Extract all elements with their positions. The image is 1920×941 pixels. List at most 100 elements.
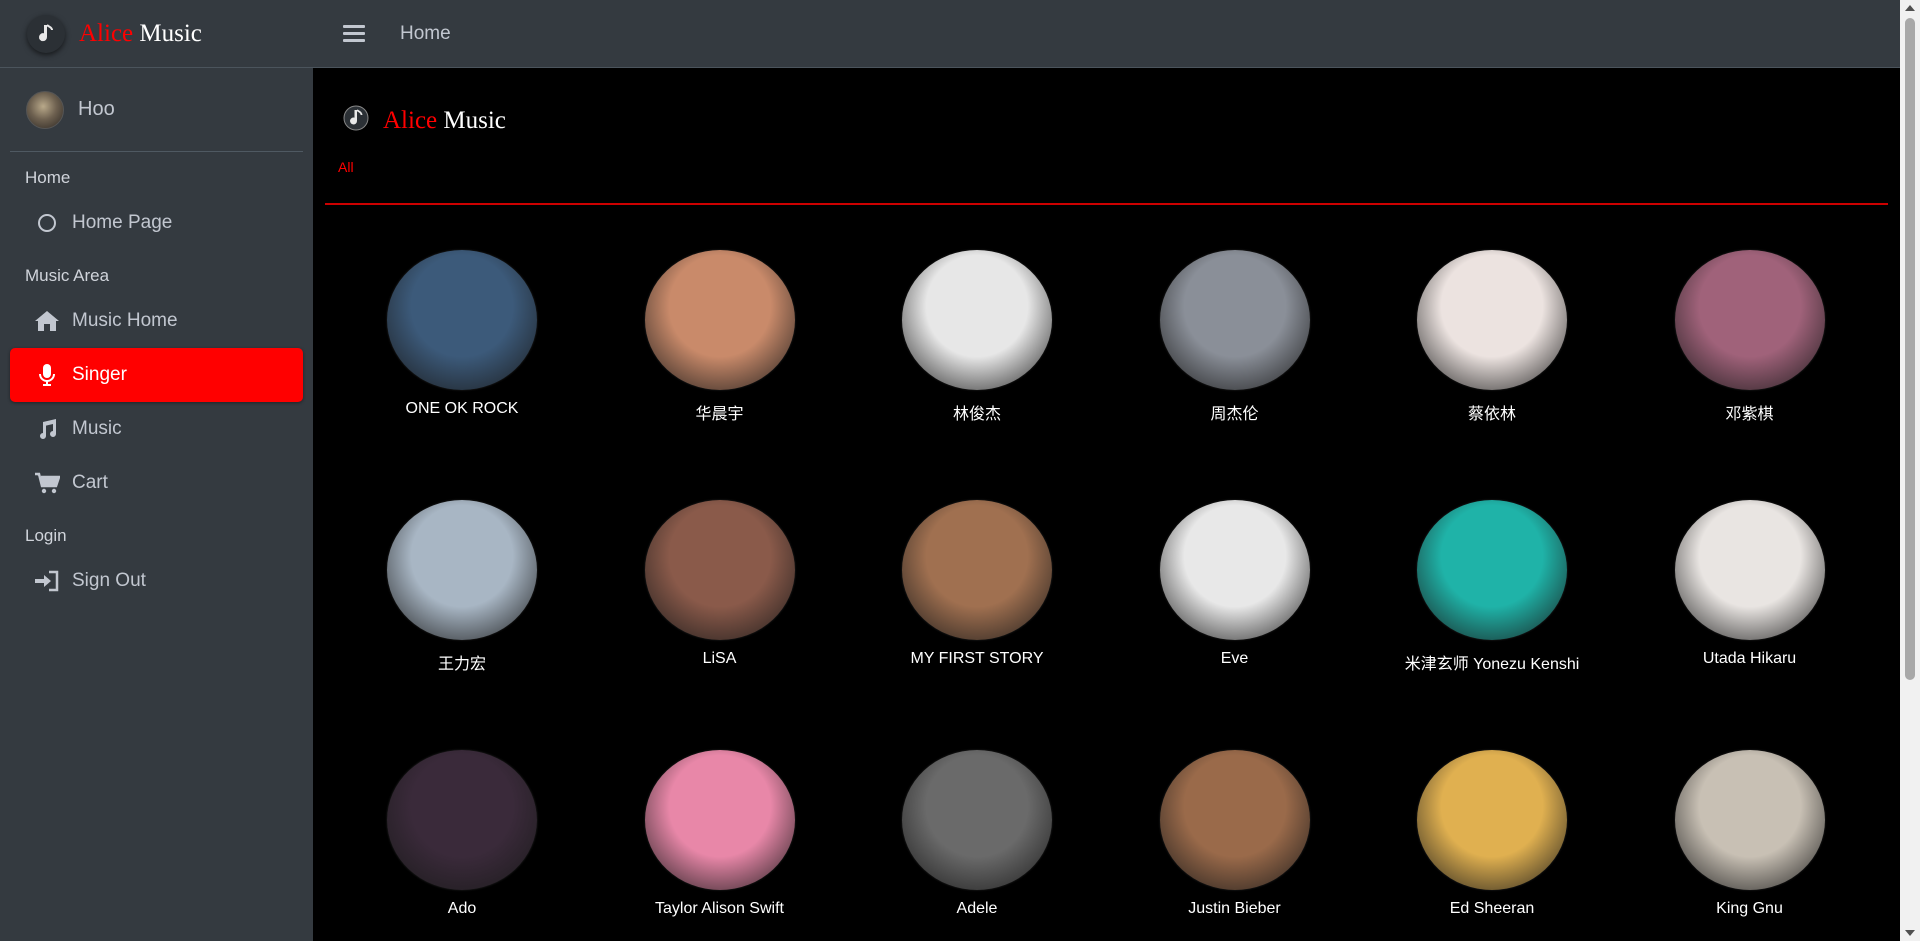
singer-card[interactable]: 米津玄师 Yonezu Kenshi [1372, 500, 1612, 674]
singer-name[interactable]: 蔡依林 [1372, 400, 1612, 424]
singer-photo[interactable] [644, 500, 795, 640]
app-root: Alice Music Hoo Home Home Page Music Are… [0, 0, 1920, 941]
sidebar-item-label: Music [72, 418, 122, 439]
sidebar: Alice Music Hoo Home Home Page Music Are… [0, 0, 313, 941]
microphone-icon [34, 363, 60, 387]
music-note-icon [34, 418, 60, 440]
singer-name[interactable]: 米津玄师 Yonezu Kenshi [1372, 650, 1612, 674]
sidebar-nav: Home Home Page Music Area Music Home Sin… [0, 152, 313, 608]
singer-photo[interactable] [1417, 750, 1567, 890]
scrollbar[interactable] [1900, 0, 1920, 941]
singer-photo[interactable] [1674, 500, 1825, 640]
top-navbar: Home [313, 0, 1900, 68]
singer-name[interactable]: Utada Hikaru [1630, 650, 1870, 668]
singer-name[interactable]: 王力宏 [342, 650, 582, 674]
singer-card[interactable]: King Gnu [1630, 750, 1870, 918]
sidebar-item-label: Sign Out [72, 570, 146, 591]
music-logo-icon [341, 104, 371, 138]
scroll-up-arrow-icon[interactable] [1905, 5, 1915, 11]
sidebar-item-music[interactable]: Music [10, 402, 303, 456]
brand-music: Music [139, 19, 202, 47]
content-brand-name: Alice Music [383, 107, 506, 135]
singer-photo[interactable] [644, 750, 795, 890]
sidebar-item-music-home[interactable]: Music Home [10, 294, 303, 348]
singer-card[interactable]: LiSA [600, 500, 840, 668]
sidebar-item-sign-out[interactable]: Sign Out [10, 554, 303, 608]
sidebar-item-label: Cart [72, 472, 108, 493]
filter-all-tab[interactable]: All [338, 159, 354, 175]
content-brand: Alice Music [341, 104, 506, 138]
sidebar-item-singer[interactable]: Singer [10, 348, 303, 402]
singer-photo[interactable] [902, 500, 1052, 640]
brand-music: Music [443, 107, 506, 134]
singer-photo[interactable] [1159, 500, 1310, 640]
sidebar-item-home-page[interactable]: Home Page [10, 196, 303, 250]
user-panel[interactable]: Hoo [10, 68, 303, 152]
singer-name[interactable]: Eve [1115, 650, 1355, 668]
music-logo-icon [27, 14, 65, 53]
singer-name[interactable]: 邓紫棋 [1630, 400, 1870, 424]
singer-photo[interactable] [644, 250, 795, 390]
sidebar-item-label: Home Page [72, 212, 173, 233]
singer-card[interactable]: Taylor Alison Swift [600, 750, 840, 918]
brand-alice: Alice [79, 19, 134, 47]
nav-header-home: Home [25, 168, 71, 187]
singer-name[interactable]: Ed Sheeran [1372, 900, 1612, 918]
singer-photo[interactable] [902, 250, 1052, 390]
scroll-down-arrow-icon[interactable] [1905, 930, 1915, 936]
singer-card[interactable]: 邓紫棋 [1630, 250, 1870, 424]
singer-name[interactable]: 周杰伦 [1115, 400, 1355, 424]
nav-header-login: Login [25, 526, 67, 545]
singer-name[interactable]: ONE OK ROCK [342, 400, 582, 418]
nav-header-music-area: Music Area [25, 266, 110, 285]
brand-alice: Alice [383, 107, 438, 134]
singer-name[interactable]: Adele [857, 900, 1097, 918]
singer-card[interactable]: 林俊杰 [857, 250, 1097, 424]
singer-name[interactable]: Ado [342, 900, 582, 918]
singer-photo[interactable] [1417, 250, 1567, 390]
brand-name: Alice Music [79, 20, 202, 48]
singer-card[interactable]: ONE OK ROCK [342, 250, 582, 418]
sidebar-item-label: Music Home [72, 310, 178, 331]
singer-photo[interactable] [387, 750, 537, 890]
singer-photo[interactable] [1159, 750, 1310, 890]
singer-photo[interactable] [387, 250, 537, 390]
singer-card[interactable]: Ado [342, 750, 582, 918]
sign-in-icon [34, 570, 60, 592]
singer-photo[interactable] [1159, 250, 1310, 390]
circle-icon [34, 213, 60, 233]
singer-name[interactable]: King Gnu [1630, 900, 1870, 918]
hamburger-menu-icon[interactable] [343, 21, 365, 46]
singer-photo[interactable] [1674, 750, 1825, 890]
singer-card[interactable]: Justin Bieber [1115, 750, 1355, 918]
singer-card[interactable]: Utada Hikaru [1630, 500, 1870, 668]
singer-photo[interactable] [387, 500, 537, 640]
singer-photo[interactable] [1417, 500, 1567, 640]
singer-card[interactable]: Adele [857, 750, 1097, 918]
singer-photo[interactable] [902, 750, 1052, 890]
scroll-thumb[interactable] [1905, 18, 1915, 680]
singer-card[interactable]: 王力宏 [342, 500, 582, 674]
singer-photo[interactable] [1674, 250, 1825, 390]
sidebar-item-cart[interactable]: Cart [10, 456, 303, 510]
singer-card[interactable]: 周杰伦 [1115, 250, 1355, 424]
singer-card[interactable]: 华晨宇 [600, 250, 840, 424]
main-content: Alice Music All ONE OK ROCK 华晨宇 林俊杰 周杰伦 蔡依林邓… [313, 68, 1900, 941]
singer-name[interactable]: MY FIRST STORY [857, 650, 1097, 668]
singer-name[interactable]: LiSA [600, 650, 840, 668]
top-home-link[interactable]: Home [400, 23, 451, 45]
brand-link[interactable]: Alice Music [0, 0, 313, 68]
singer-name[interactable]: 林俊杰 [857, 400, 1097, 424]
house-icon [34, 310, 60, 332]
singer-name[interactable]: Taylor Alison Swift [600, 900, 840, 918]
singer-card[interactable]: 蔡依林 [1372, 250, 1612, 424]
divider [325, 203, 1888, 205]
singer-name[interactable]: Justin Bieber [1115, 900, 1355, 918]
cart-icon [34, 472, 60, 494]
singer-card[interactable]: Ed Sheeran [1372, 750, 1612, 918]
singer-card[interactable]: Eve [1115, 500, 1355, 668]
sidebar-item-label: Singer [72, 364, 127, 385]
singer-card[interactable]: MY FIRST STORY [857, 500, 1097, 668]
avatar [26, 90, 64, 129]
singer-name[interactable]: 华晨宇 [600, 400, 840, 424]
